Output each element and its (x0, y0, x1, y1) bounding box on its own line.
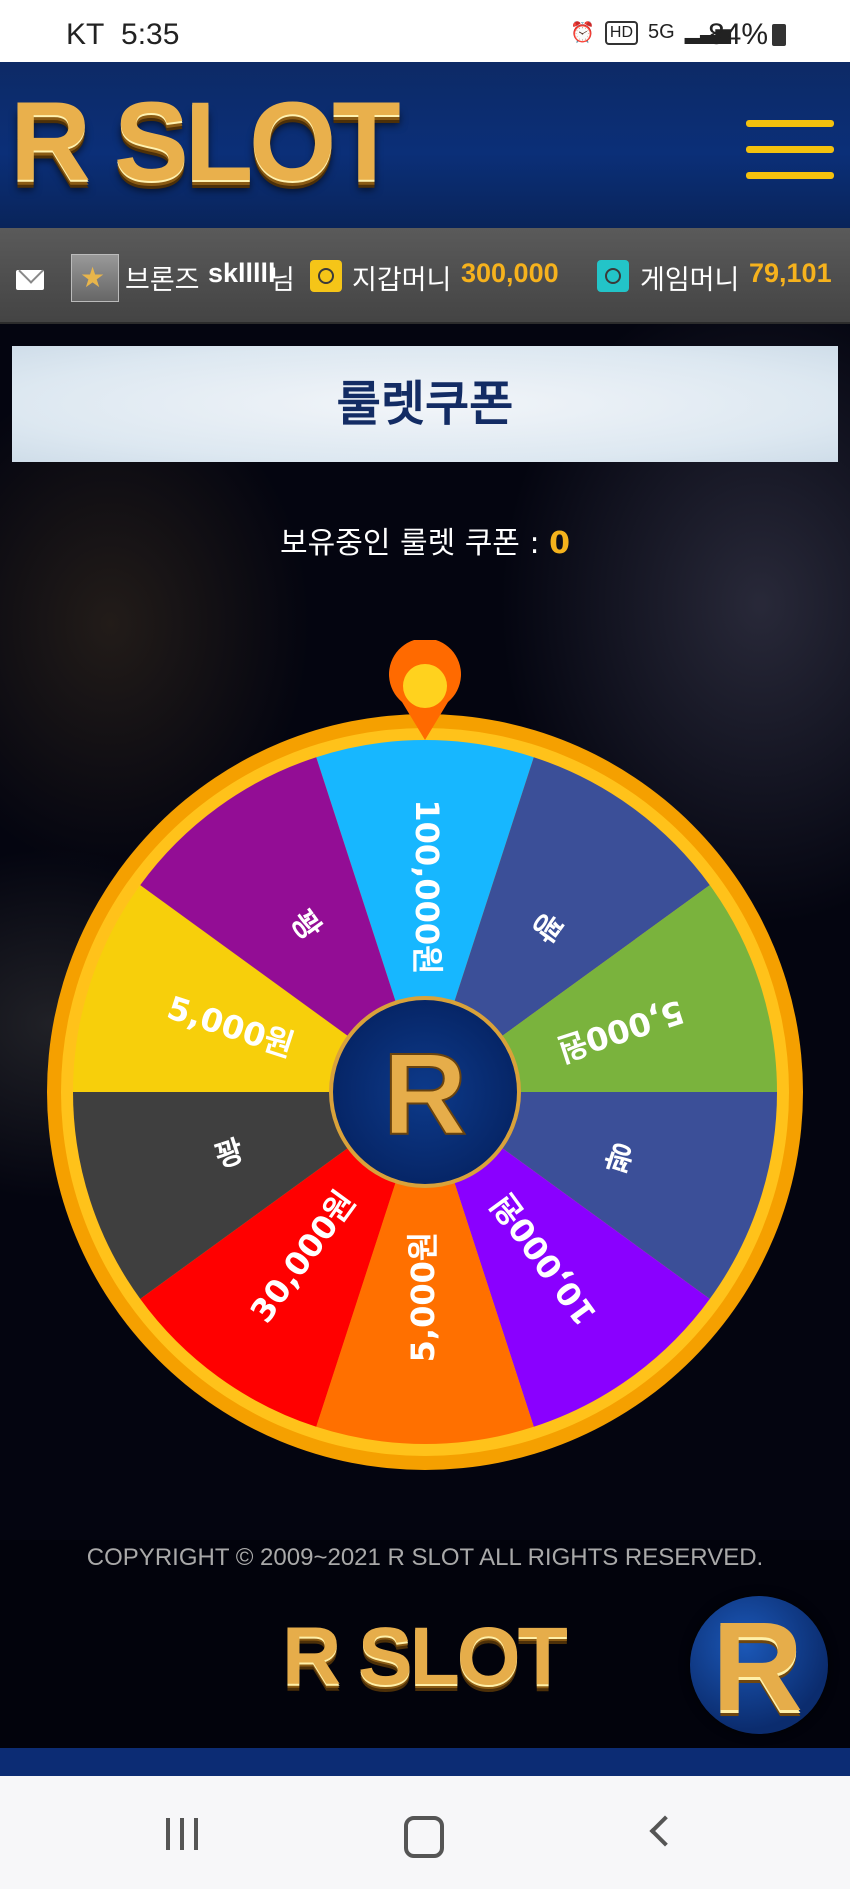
coupon-count-value: 0 (549, 526, 570, 561)
hamburger-menu-icon[interactable] (746, 114, 834, 186)
wallet-money-label: 지갑머니 (352, 265, 452, 295)
site-logo[interactable]: R SLOT (10, 82, 401, 202)
page-title-panel: 룰렛쿠폰 (12, 346, 838, 462)
back-icon[interactable] (649, 1815, 681, 1847)
roulette-wheel[interactable]: 100,000원 꽝5,000원꽝10,000원5,000원30,000원꽝5,0… (0, 640, 850, 1490)
status-icons: ⏰ HD 5G ▂▃▅ (570, 20, 731, 45)
user-name: sklllll (208, 258, 276, 288)
wheel-segment-label: 100,000원 (408, 799, 446, 974)
battery-status: 84% (708, 18, 787, 52)
coupon-count-label: 보유중인 룰렛 쿠폰 : (280, 526, 540, 561)
floating-logo-letter: R (712, 1596, 803, 1737)
recent-apps-icon[interactable] (166, 1818, 202, 1850)
wheel-segment-label: 5,000원 (404, 1232, 442, 1363)
wallet-icon (310, 260, 342, 292)
battery-percentage: 84% (708, 18, 769, 51)
game-money-icon (597, 260, 629, 292)
alarm-icon: ⏰ (570, 22, 595, 44)
wheel-center-logo: R (383, 1029, 467, 1159)
user-rank: 브론즈 (125, 265, 200, 295)
copyright-text: COPYRIGHT © 2009~2021 R SLOT ALL RIGHTS … (86, 1544, 764, 1571)
status-carrier-time: KT 5:35 (66, 18, 180, 51)
hd-icon: HD (604, 20, 639, 45)
coupon-count-line: 보유중인 룰렛 쿠폰 : 0 (0, 518, 850, 562)
user-info-bar: ★ 브론즈 sklllll 님 지갑머니 300,000 게임머니 79,101 (0, 228, 850, 324)
system-nav-bar (0, 1776, 850, 1889)
game-money-value: 79,101 (749, 258, 832, 288)
network-5g-label: 5G (648, 21, 675, 43)
floating-logo-button[interactable]: R (690, 1596, 828, 1737)
page-title: 룰렛쿠폰 (336, 376, 514, 432)
footer-logo: R SLOT (282, 1611, 568, 1702)
game-money-label: 게임머니 (640, 265, 740, 295)
user-honorific: 님 (270, 265, 295, 295)
mail-icon[interactable] (16, 270, 44, 290)
wallet-money-value: 300,000 (461, 258, 559, 288)
status-bar: KT 5:35 ⏰ HD 5G ▂▃▅ 84% (0, 0, 850, 62)
bottom-strip (0, 1748, 850, 1776)
rank-badge-icon: ★ (71, 254, 119, 302)
home-icon[interactable] (404, 1816, 444, 1858)
battery-icon (772, 24, 787, 46)
site-header: R SLOT (0, 62, 850, 228)
